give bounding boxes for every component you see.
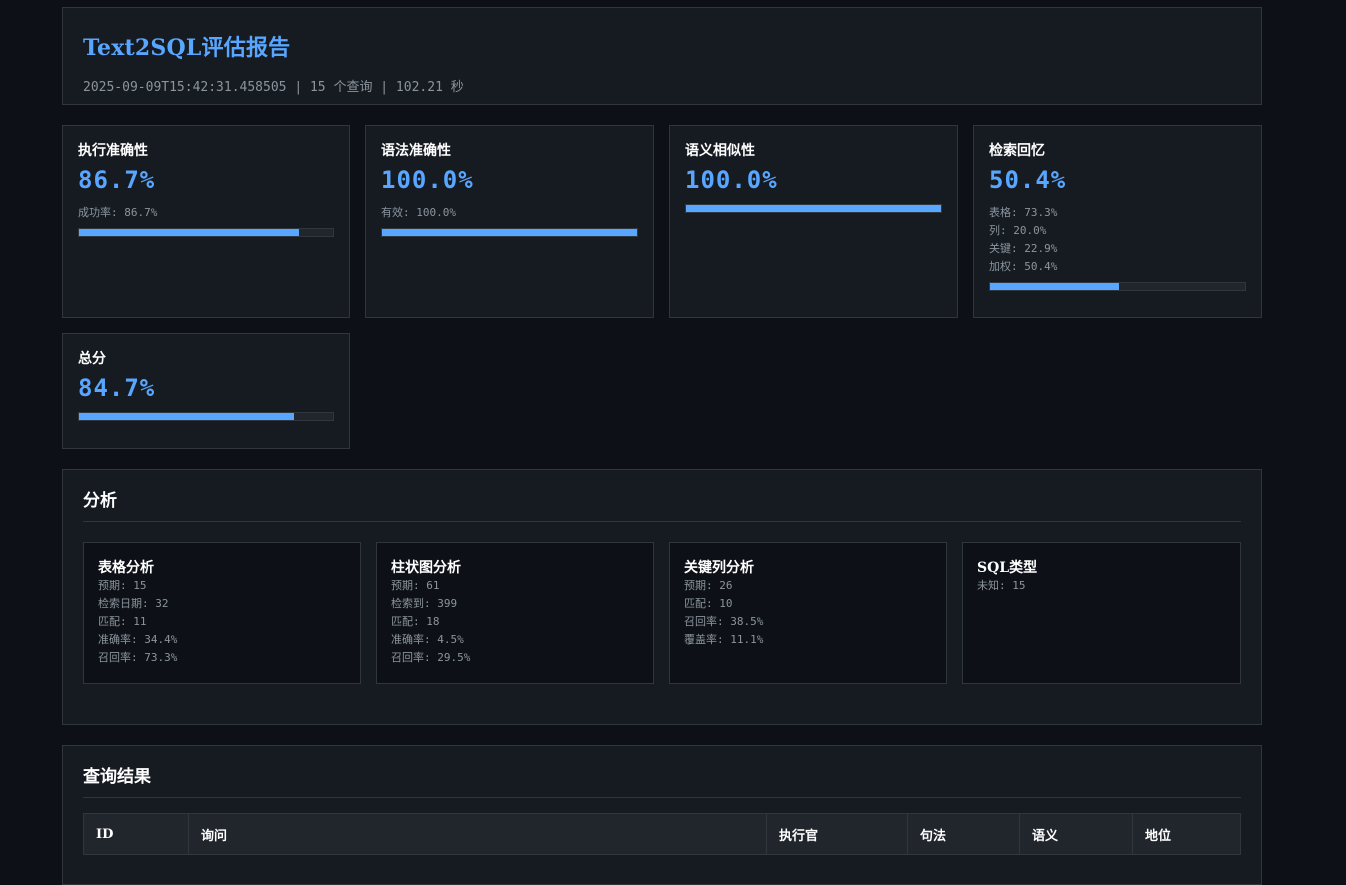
- analysis-line: 未知: 15: [977, 579, 1026, 592]
- progress-bar: [685, 204, 942, 213]
- metric-detail: 表格: 73.3%: [989, 206, 1058, 219]
- progress-bar: [78, 228, 334, 237]
- progress-fill: [79, 229, 300, 236]
- progress-bar: [381, 228, 638, 237]
- report-header: Text2SQL评估报告 2025-09-09T15:42:31.458505 …: [62, 7, 1262, 105]
- table-header-row: ID 询问 执行官 句法 语义 地位: [83, 813, 1241, 855]
- metric-name: 检索回忆: [989, 143, 1045, 159]
- column-header-semantic[interactable]: 语义: [1019, 813, 1133, 855]
- analysis-title: 柱状图分析: [391, 560, 461, 576]
- metric-detail: 成功率: 86.7%: [78, 206, 158, 219]
- column-header-id[interactable]: ID: [83, 813, 189, 855]
- metric-detail: 列: 20.0%: [989, 224, 1047, 237]
- analysis-line: 召回率: 38.5%: [684, 615, 764, 628]
- analysis-line: 召回率: 29.5%: [391, 651, 471, 664]
- analysis-line: 检索日期: 32: [98, 597, 169, 610]
- analysis-line: 预期: 61: [391, 579, 440, 592]
- analysis-line: 匹配: 10: [684, 597, 733, 610]
- progress-fill: [79, 413, 295, 420]
- analysis-line: 匹配: 11: [98, 615, 147, 628]
- metric-card-syntax-accuracy: 语法准确性 100.0% 有效: 100.0%: [365, 125, 654, 318]
- column-header-syntax[interactable]: 句法: [907, 813, 1020, 855]
- metric-value: 86.7%: [78, 166, 156, 194]
- metric-value: 100.0%: [381, 166, 474, 194]
- column-header-status[interactable]: 地位: [1132, 813, 1241, 855]
- progress-fill: [990, 283, 1119, 290]
- analysis-card-sql-type: SQL类型 未知: 15: [962, 542, 1241, 684]
- results-table: ID 询问 执行官 句法 语义 地位: [83, 813, 1241, 855]
- results-section: 查询结果 ID 询问 执行官 句法 语义 地位: [62, 745, 1262, 885]
- analysis-card-key-column: 关键列分析 预期: 26 匹配: 10 召回率: 38.5% 覆盖率: 11.1…: [669, 542, 947, 684]
- analysis-card-column: 柱状图分析 预期: 61 检索到: 399 匹配: 18 准确率: 4.5% 召…: [376, 542, 654, 684]
- metric-value: 50.4%: [989, 166, 1067, 194]
- progress-fill: [382, 229, 637, 236]
- analysis-title: 表格分析: [98, 560, 154, 576]
- metric-detail: 有效: 100.0%: [381, 206, 456, 219]
- metric-name: 语法准确性: [381, 143, 451, 159]
- analysis-line: 匹配: 18: [391, 615, 440, 628]
- metric-value: 100.0%: [685, 166, 778, 194]
- column-header-execution[interactable]: 执行官: [766, 813, 908, 855]
- analysis-title: SQL类型: [977, 560, 1038, 576]
- analysis-line: 覆盖率: 11.1%: [684, 633, 764, 646]
- report-meta: 2025-09-09T15:42:31.458505 | 15 个查询 | 10…: [83, 80, 464, 95]
- analysis-line: 召回率: 73.3%: [98, 651, 178, 664]
- metric-name: 总分: [78, 351, 106, 367]
- progress-fill: [686, 205, 941, 212]
- report-container: Text2SQL评估报告 2025-09-09T15:42:31.458505 …: [62, 7, 1262, 885]
- metric-card-retrieval-recall: 检索回忆 50.4% 表格: 73.3% 列: 20.0% 关键: 22.9% …: [973, 125, 1262, 318]
- analysis-line: 预期: 15: [98, 579, 147, 592]
- metric-name: 执行准确性: [78, 143, 148, 159]
- progress-bar: [78, 412, 334, 421]
- analysis-line: 准确率: 4.5%: [391, 633, 464, 646]
- metric-card-execution-accuracy: 执行准确性 86.7% 成功率: 86.7%: [62, 125, 350, 318]
- metric-value: 84.7%: [78, 374, 156, 402]
- analysis-line: 准确率: 34.4%: [98, 633, 178, 646]
- metric-card-total-score: 总分 84.7%: [62, 333, 350, 449]
- metric-name: 语义相似性: [685, 143, 755, 159]
- metric-detail: 加权: 50.4%: [989, 260, 1058, 273]
- analysis-title: 关键列分析: [684, 560, 754, 576]
- analysis-line: 检索到: 399: [391, 597, 458, 610]
- metric-card-semantic-similarity: 语义相似性 100.0%: [669, 125, 958, 318]
- section-title: 查询结果: [83, 762, 1241, 798]
- analysis-card-table: 表格分析 预期: 15 检索日期: 32 匹配: 11 准确率: 34.4% 召…: [83, 542, 361, 684]
- metric-detail: 关键: 22.9%: [989, 242, 1058, 255]
- progress-bar: [989, 282, 1246, 291]
- section-title: 分析: [83, 486, 1241, 522]
- metrics-grid: 执行准确性 86.7% 成功率: 86.7% 语法准确性 100.0% 有效: …: [62, 125, 1262, 449]
- analysis-section: 分析 表格分析 预期: 15 检索日期: 32 匹配: 11 准确率: 34.4…: [62, 469, 1262, 725]
- analysis-line: 预期: 26: [684, 579, 733, 592]
- column-header-query[interactable]: 询问: [188, 813, 767, 855]
- page-title: Text2SQL评估报告: [83, 35, 291, 61]
- analysis-grid: 表格分析 预期: 15 检索日期: 32 匹配: 11 准确率: 34.4% 召…: [83, 542, 1241, 684]
